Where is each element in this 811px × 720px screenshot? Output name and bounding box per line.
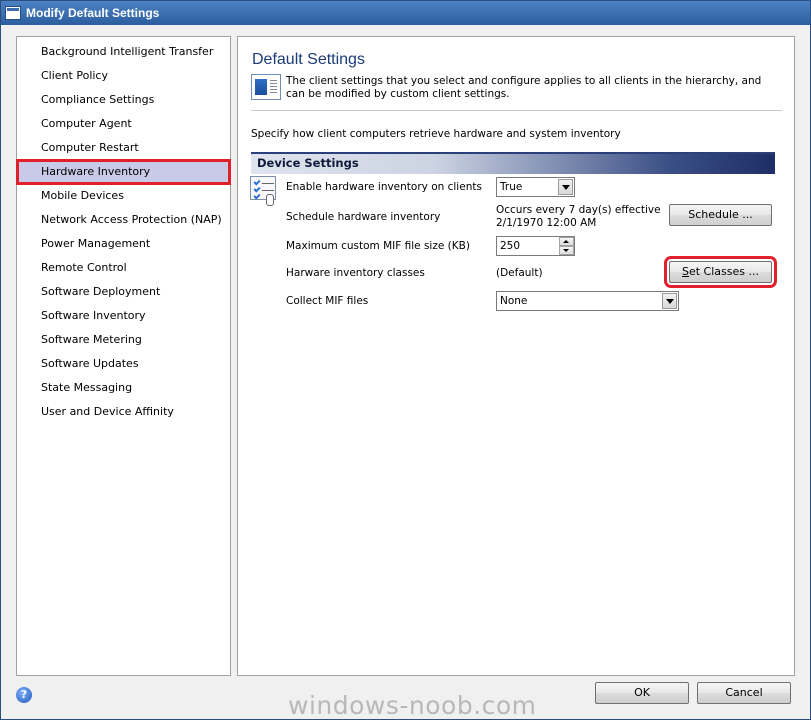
schedule-button[interactable]: Schedule ... xyxy=(669,204,772,226)
sidebar-item-computer-restart[interactable]: Computer Restart xyxy=(19,138,228,158)
sidebar-item-remote-control[interactable]: Remote Control xyxy=(19,258,228,278)
sidebar-item-mobile-devices[interactable]: Mobile Devices xyxy=(19,186,228,206)
section-header-device-settings: Device Settings xyxy=(251,152,775,174)
sidebar-item-user-and-device-affinity[interactable]: User and Device Affinity xyxy=(19,402,228,422)
sidebar-item-computer-agent[interactable]: Computer Agent xyxy=(19,114,228,134)
sidebar-item-compliance-settings[interactable]: Compliance Settings xyxy=(19,90,228,110)
settings-category-list: Background Intelligent Transfer Client Po… xyxy=(16,36,231,676)
sidebar-item-state-messaging[interactable]: State Messaging xyxy=(19,378,228,398)
page-title: Default Settings xyxy=(252,51,365,68)
mif-size-label: Maximum custom MIF file size (KB) xyxy=(286,240,470,252)
schedule-inventory-label: Schedule hardware inventory xyxy=(286,211,441,223)
chevron-down-icon[interactable] xyxy=(558,179,573,195)
ok-button[interactable]: OK xyxy=(595,682,689,704)
set-classes-button[interactable]: Set Classes ... xyxy=(664,256,777,288)
sidebar-item-network-access-protection-nap[interactable]: Network Access Protection (NAP) xyxy=(19,210,228,230)
enable-inventory-label: Enable hardware inventory on clients xyxy=(286,181,482,193)
inventory-classes-label: Harware inventory classes xyxy=(286,267,425,279)
enable-inventory-value: True xyxy=(500,181,523,193)
divider xyxy=(251,110,782,111)
collect-mif-value: None xyxy=(500,295,528,307)
inventory-classes-value: (Default) xyxy=(496,267,543,279)
sidebar-item-software-updates[interactable]: Software Updates xyxy=(19,354,228,374)
instruction-text: Specify how client computers retrieve ha… xyxy=(251,128,621,140)
dialog-window: Modify Default Settings Background Intel… xyxy=(0,0,811,720)
settings-document-icon xyxy=(251,74,281,100)
mif-size-value: 250 xyxy=(500,240,521,252)
sidebar-item-software-inventory[interactable]: Software Inventory xyxy=(19,306,228,326)
sidebar-item-software-deployment[interactable]: Software Deployment xyxy=(19,282,228,302)
page-description: The client settings that you select and … xyxy=(286,75,762,100)
window-title: Modify Default Settings xyxy=(26,6,160,20)
sidebar-item-power-management[interactable]: Power Management xyxy=(19,234,228,254)
sidebar-item-background-intelligent-transfer[interactable]: Background Intelligent Transfer xyxy=(19,42,228,62)
enable-inventory-select[interactable]: True xyxy=(496,177,575,197)
sidebar-item-software-metering[interactable]: Software Metering xyxy=(19,330,228,350)
collect-mif-select[interactable]: None xyxy=(496,291,679,311)
spin-down-icon[interactable] xyxy=(559,246,574,255)
watermark: windows-noob.com xyxy=(288,691,537,720)
schedule-value-line1: Occurs every 7 day(s) effective xyxy=(496,204,661,216)
settings-panel: Default Settings The client settings tha… xyxy=(237,36,795,676)
sidebar-item-hardware-inventory[interactable]: Hardware Inventory xyxy=(16,159,231,185)
cancel-button[interactable]: Cancel xyxy=(697,682,791,704)
sidebar-item-client-policy[interactable]: Client Policy xyxy=(19,66,228,86)
schedule-value-line2: 2/1/1970 12:00 AM xyxy=(496,217,597,229)
collect-mif-label: Collect MIF files xyxy=(286,295,369,307)
help-icon[interactable]: ? xyxy=(16,687,32,703)
title-bar: Modify Default Settings xyxy=(1,1,810,25)
mif-size-stepper[interactable]: 250 xyxy=(496,236,575,256)
checklist-icon xyxy=(250,176,280,208)
set-classes-label: et Classes ... xyxy=(688,265,759,278)
spin-up-icon[interactable] xyxy=(559,237,574,246)
set-classes-accel: S xyxy=(682,265,689,278)
chevron-down-icon[interactable] xyxy=(662,293,677,309)
window-icon xyxy=(5,6,21,20)
